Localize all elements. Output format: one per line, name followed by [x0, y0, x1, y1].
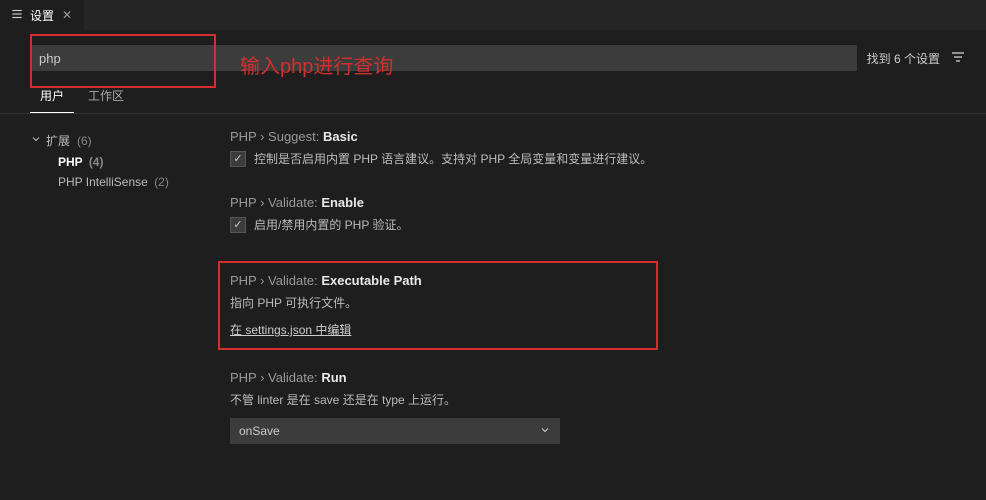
checkbox[interactable]: ✓: [230, 151, 246, 167]
close-icon[interactable]: ✕: [60, 8, 74, 22]
tab-user[interactable]: 用户: [30, 81, 74, 113]
setting-php-validate-executable-path: PHP › Validate: Executable Path 指向 PHP 可…: [230, 273, 646, 338]
results-count: 找到 6 个设置: [867, 50, 940, 67]
tab-label: 设置: [30, 7, 54, 24]
tree-count: (4): [89, 155, 104, 169]
tab-workspace[interactable]: 工作区: [78, 81, 134, 113]
chevron-down-icon: [30, 133, 42, 148]
search-input[interactable]: [39, 51, 848, 66]
tree-label: 扩展: [46, 132, 70, 149]
edit-in-settings-json-link[interactable]: 在 settings.json 中编辑: [230, 323, 351, 337]
annotation-box-setting: PHP › Validate: Executable Path 指向 PHP 可…: [218, 261, 658, 350]
setting-desc: ✓ 启用/禁用内置的 PHP 验证。: [230, 216, 956, 233]
setting-desc: ✓ 控制是否启用内置 PHP 语言建议。支持对 PHP 全局变量和变量进行建议。: [230, 150, 956, 167]
settings-tree: 扩展 (6) PHP (4) PHP IntelliSense (2): [30, 129, 220, 472]
chevron-down-icon: [539, 424, 551, 439]
setting-title: PHP › Validate: Run: [230, 370, 956, 385]
tree-child-php-intellisense[interactable]: PHP IntelliSense (2): [30, 172, 220, 192]
tree-label: PHP: [58, 155, 82, 169]
setting-title: PHP › Validate: Executable Path: [230, 273, 646, 288]
setting-php-suggest-basic: PHP › Suggest: Basic ✓ 控制是否启用内置 PHP 语言建议…: [230, 129, 956, 167]
search-box[interactable]: [30, 45, 857, 71]
tree-count: (2): [154, 175, 169, 189]
settings-list: PHP › Suggest: Basic ✓ 控制是否启用内置 PHP 语言建议…: [220, 129, 956, 472]
content: 扩展 (6) PHP (4) PHP IntelliSense (2) PHP …: [0, 114, 986, 487]
setting-desc: 指向 PHP 可执行文件。 在 settings.json 中编辑: [230, 294, 646, 338]
tab-settings[interactable]: 设置 ✕: [0, 0, 84, 30]
settings-icon: [10, 7, 24, 24]
filter-icon[interactable]: [950, 49, 966, 68]
tree-label: PHP IntelliSense: [58, 175, 148, 189]
select-run[interactable]: onSave: [230, 418, 560, 444]
setting-php-validate-run: PHP › Validate: Run 不管 linter 是在 save 还是…: [230, 370, 956, 444]
setting-php-validate-enable: PHP › Validate: Enable ✓ 启用/禁用内置的 PHP 验证…: [230, 195, 956, 233]
setting-title: PHP › Suggest: Basic: [230, 129, 956, 144]
setting-title: PHP › Validate: Enable: [230, 195, 956, 210]
tree-count: (6): [77, 134, 92, 148]
tab-bar: 设置 ✕: [0, 0, 986, 30]
checkbox[interactable]: ✓: [230, 217, 246, 233]
setting-desc: 不管 linter 是在 save 还是在 type 上运行。 onSave: [230, 391, 956, 444]
scope-tabs: 用户 工作区: [0, 81, 986, 114]
search-area: 找到 6 个设置: [0, 30, 986, 81]
tree-node-extensions[interactable]: 扩展 (6): [30, 129, 220, 152]
tree-child-php[interactable]: PHP (4): [30, 152, 220, 172]
